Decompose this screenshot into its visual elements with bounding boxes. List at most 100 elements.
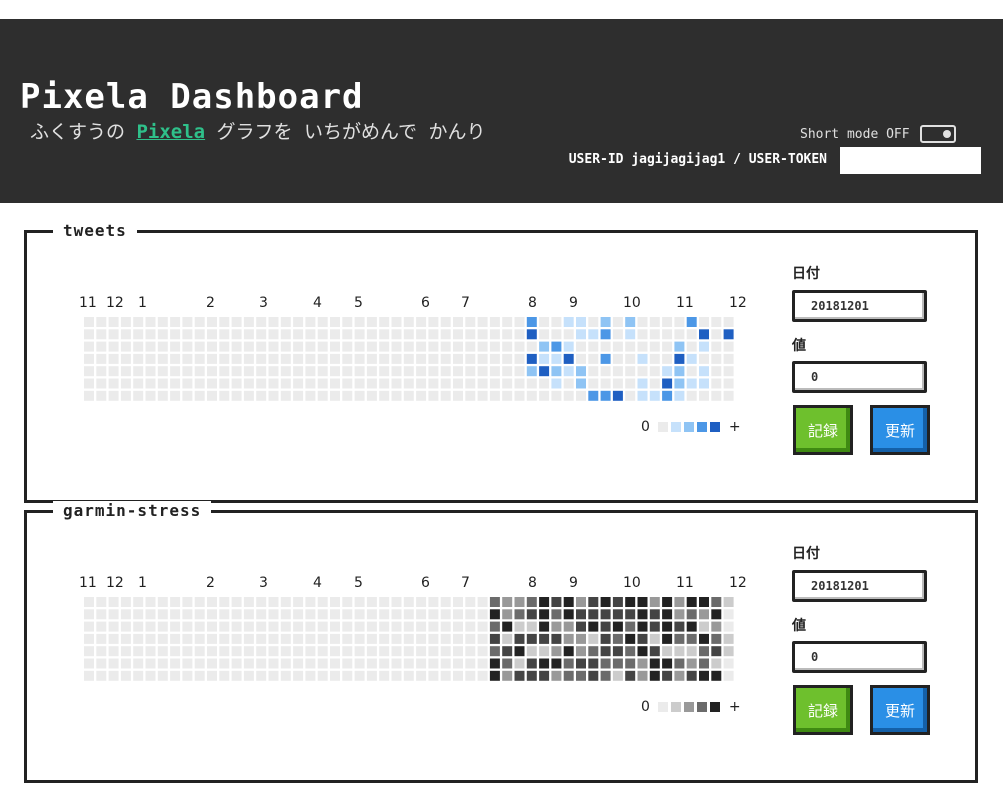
update-button[interactable]: 更新 [870,685,930,735]
day-cell[interactable] [120,366,131,377]
day-cell[interactable] [465,341,476,352]
day-cell[interactable] [84,341,94,352]
day-cell[interactable] [231,597,242,607]
day-cell[interactable] [637,658,648,669]
day-cell[interactable] [391,329,402,340]
day-cell[interactable] [330,646,340,657]
day-cell[interactable] [539,597,550,607]
day-cell[interactable] [145,609,156,620]
day-cell[interactable] [366,609,377,620]
day-cell[interactable] [182,646,193,657]
day-cell[interactable] [674,378,685,389]
day-cell[interactable] [489,329,500,340]
day-cell[interactable] [465,329,476,340]
day-cell[interactable] [366,341,377,352]
day-cell[interactable] [551,658,562,669]
day-cell[interactable] [539,621,550,632]
day-cell[interactable] [662,633,673,644]
day-cell[interactable] [637,366,648,377]
day-cell[interactable] [612,670,623,681]
day-cell[interactable] [465,633,476,644]
day-cell[interactable] [170,378,181,389]
day-cell[interactable] [268,609,279,620]
day-cell[interactable] [649,633,660,644]
day-cell[interactable] [514,609,525,620]
day-cell[interactable] [317,366,328,377]
day-cell[interactable] [711,366,722,377]
day-cell[interactable] [330,621,340,632]
day-cell[interactable] [674,646,685,657]
day-cell[interactable] [145,670,156,681]
day-cell[interactable] [686,609,697,620]
day-cell[interactable] [674,329,685,340]
day-cell[interactable] [366,353,377,364]
day-cell[interactable] [280,353,291,364]
day-cell[interactable] [145,378,156,389]
day-cell[interactable] [649,670,660,681]
day-cell[interactable] [170,329,181,340]
day-cell[interactable] [514,633,525,644]
day-cell[interactable] [231,353,242,364]
day-cell[interactable] [465,658,476,669]
day-cell[interactable] [342,633,353,644]
day-cell[interactable] [194,670,205,681]
day-cell[interactable] [440,390,451,401]
day-cell[interactable] [711,597,722,607]
day-cell[interactable] [145,329,156,340]
day-cell[interactable] [637,390,648,401]
day-cell[interactable] [354,341,365,352]
day-cell[interactable] [600,366,611,377]
day-cell[interactable] [686,390,697,401]
day-cell[interactable] [96,658,107,669]
day-cell[interactable] [674,341,685,352]
day-cell[interactable] [440,658,451,669]
day-cell[interactable] [293,609,304,620]
day-cell[interactable] [465,353,476,364]
day-cell[interactable] [231,378,242,389]
day-cell[interactable] [96,329,107,340]
day-cell[interactable] [563,378,574,389]
day-cell[interactable] [120,646,131,657]
day-cell[interactable] [662,329,673,340]
day-cell[interactable] [256,670,267,681]
day-cell[interactable] [194,329,205,340]
day-cell[interactable] [366,597,377,607]
day-cell[interactable] [84,329,94,340]
day-cell[interactable] [379,341,390,352]
day-cell[interactable] [84,646,94,657]
day-cell[interactable] [612,658,623,669]
day-cell[interactable] [514,341,525,352]
day-cell[interactable] [526,633,537,644]
day-cell[interactable] [563,329,574,340]
day-cell[interactable] [637,353,648,364]
day-cell[interactable] [342,658,353,669]
day-cell[interactable] [207,353,217,364]
day-cell[interactable] [207,597,217,607]
day-cell[interactable] [539,609,550,620]
day-cell[interactable] [342,670,353,681]
day-cell[interactable] [539,378,550,389]
day-cell[interactable] [194,658,205,669]
day-cell[interactable] [330,341,340,352]
day-cell[interactable] [330,353,340,364]
day-cell[interactable] [723,597,734,607]
day-cell[interactable] [293,317,304,327]
day-cell[interactable] [440,341,451,352]
day-cell[interactable] [674,609,685,620]
day-cell[interactable] [723,633,734,644]
day-cell[interactable] [723,621,734,632]
day-cell[interactable] [576,390,586,401]
day-cell[interactable] [723,670,734,681]
day-cell[interactable] [342,366,353,377]
day-cell[interactable] [317,633,328,644]
day-cell[interactable] [416,317,427,327]
day-cell[interactable] [305,621,316,632]
day-cell[interactable] [194,317,205,327]
day-cell[interactable] [391,646,402,657]
day-cell[interactable] [133,317,144,327]
day-cell[interactable] [539,390,550,401]
day-cell[interactable] [243,329,254,340]
day-cell[interactable] [551,621,562,632]
day-cell[interactable] [133,646,144,657]
day-cell[interactable] [502,621,513,632]
